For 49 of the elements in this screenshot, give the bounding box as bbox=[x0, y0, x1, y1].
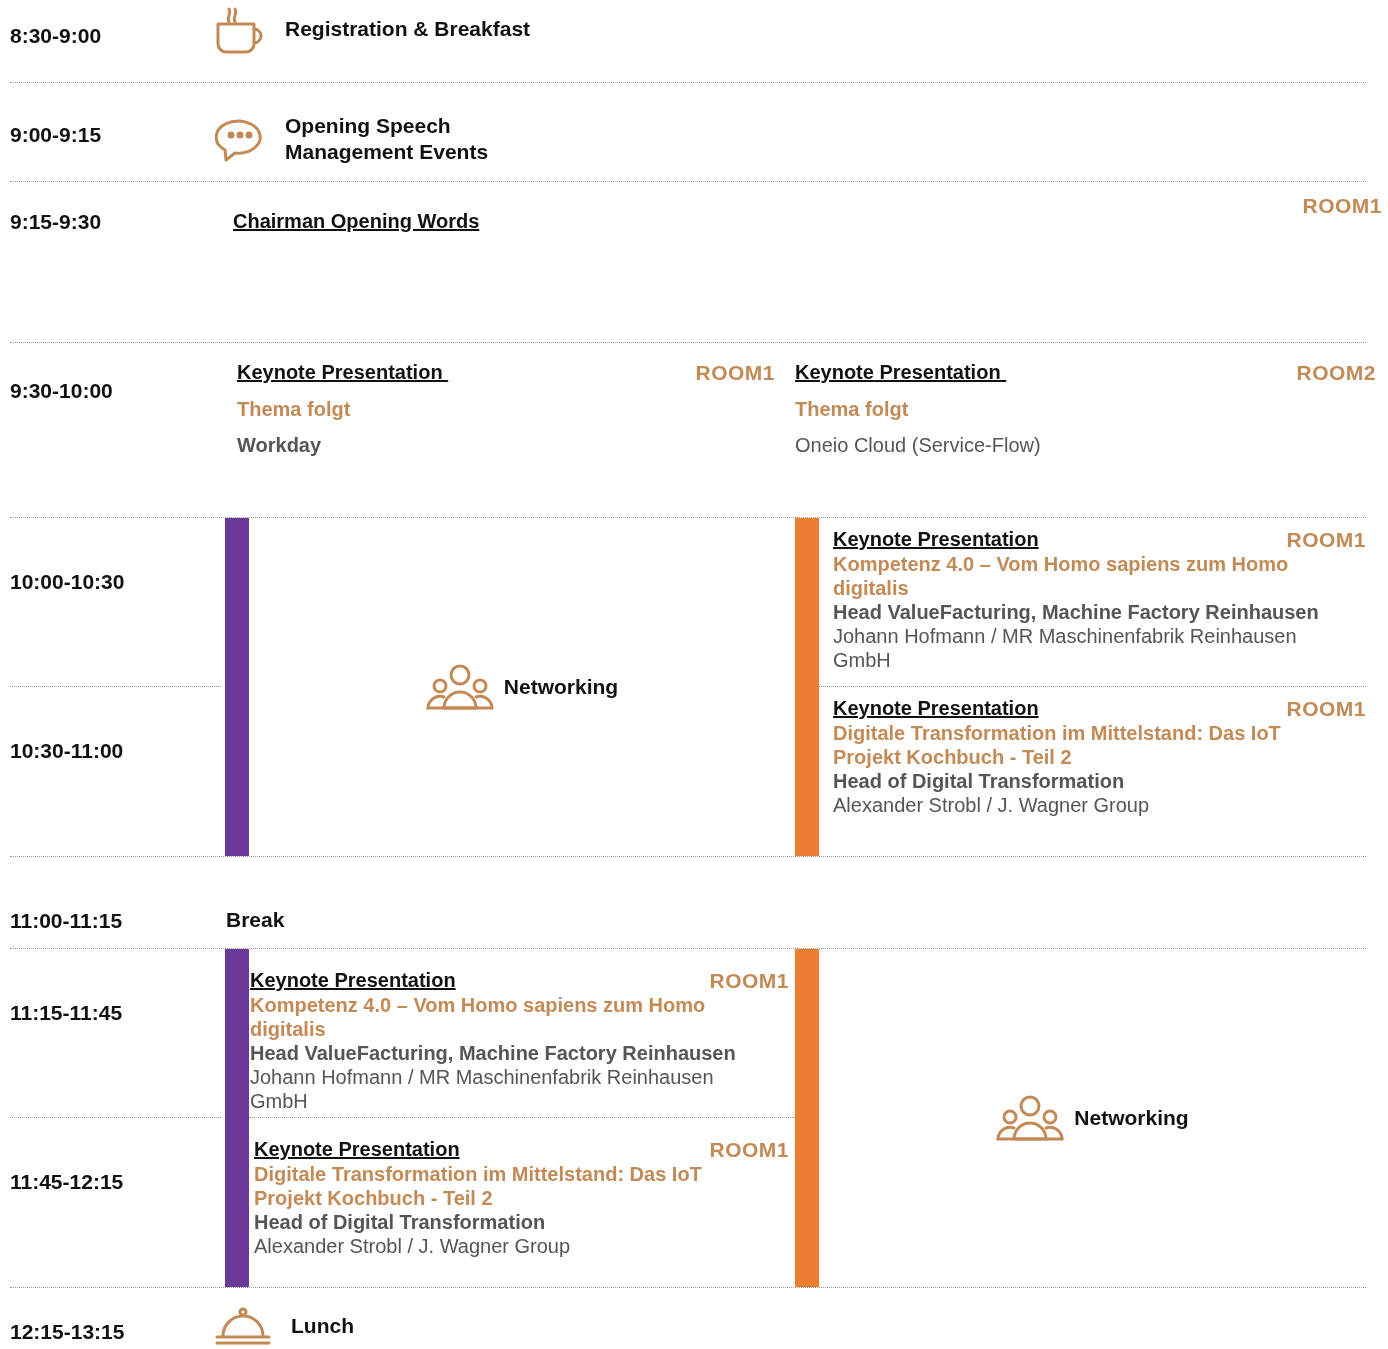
room-label: ROOM1 bbox=[709, 969, 789, 993]
speaker-name: Alexander Strobl / J. Wagner Group bbox=[254, 1234, 572, 1258]
people-group-icon bbox=[425, 664, 494, 710]
food-cloche-icon bbox=[215, 1306, 271, 1346]
session-title: Digitale Transformation im Mittelstand: Das IoT Projekt Kochbuch - Teil 2 bbox=[254, 1162, 703, 1210]
session-label: Keynote Presentation bbox=[833, 697, 1039, 720]
time-slot: 10:00-10:30 bbox=[10, 518, 221, 687]
speaker-name: Johann Hofmann / MR Maschinenfabrik Reinhausen GmbH bbox=[833, 624, 1298, 672]
time-slot: 9:00-9:15 bbox=[10, 83, 215, 181]
session-title: Thema folgt bbox=[795, 397, 910, 421]
room-label: ROOM1 bbox=[1286, 697, 1366, 721]
session-title: Kompetenz 4.0 – Vom Homo sapiens zum Homo digitalis bbox=[250, 993, 707, 1041]
session-label: Keynote Presentation bbox=[795, 361, 1002, 384]
speaker-name: Alexander Strobl / J. Wagner Group bbox=[833, 793, 1151, 817]
room-label: ROOM1 bbox=[1302, 193, 1382, 219]
session-title: Kompetenz 4.0 – Vom Homo sapiens zum Homo digitalis bbox=[833, 552, 1290, 600]
speaker-role: Head ValueFacturing, Machine Factory Reinhausen bbox=[833, 600, 1320, 624]
time-slot: 9:15-9:30 bbox=[10, 182, 215, 342]
session-title: Digitale Transformation im Mittelstand: Das IoT Projekt Kochbuch - Teil 2 bbox=[833, 721, 1282, 769]
event-title: Registration & Breakfast bbox=[285, 16, 531, 42]
time-slot: 11:15-11:45 bbox=[10, 949, 221, 1118]
speaker-role: Workday bbox=[237, 433, 323, 457]
time-slot: 11:00-11:15 bbox=[10, 857, 226, 948]
event-title: Break bbox=[226, 907, 286, 933]
room-label: ROOM1 bbox=[709, 1138, 789, 1162]
session-title: Thema folgt bbox=[237, 397, 352, 421]
session-label: Keynote Presentation bbox=[833, 528, 1039, 551]
people-group-icon bbox=[996, 1095, 1065, 1141]
event-title: Opening Speech Management Events bbox=[285, 113, 489, 165]
speaker-role: Head ValueFacturing, Machine Factory Reinhausen bbox=[250, 1041, 737, 1065]
speaker-name: Oneio Cloud (Service-Flow) bbox=[795, 433, 1042, 457]
speaker-name: Johann Hofmann / MR Maschinenfabrik Reinhausen GmbH bbox=[250, 1065, 715, 1113]
session-label: Keynote Presentation bbox=[254, 1138, 460, 1161]
time-slot: 11:45-12:15 bbox=[10, 1118, 221, 1287]
networking-label: Networking bbox=[1074, 1106, 1189, 1130]
speaker-role: Head of Digital Transformation bbox=[833, 769, 1126, 793]
session-label: Chairman Opening Words bbox=[233, 209, 480, 234]
time-slot: 10:30-11:00 bbox=[10, 687, 221, 856]
session-label: Keynote Presentation bbox=[250, 969, 456, 992]
event-title: Lunch bbox=[291, 1313, 354, 1339]
room-label: ROOM2 bbox=[1296, 361, 1376, 385]
speaker-role: Head of Digital Transformation bbox=[254, 1210, 547, 1234]
time-slot: 9:30-10:00 bbox=[10, 343, 215, 517]
session-label: Keynote Presentation bbox=[237, 361, 444, 384]
room-label: ROOM1 bbox=[695, 361, 775, 385]
time-slot: 8:30-9:00 bbox=[10, 0, 215, 82]
time-slot: 12:15-13:15 bbox=[10, 1288, 215, 1349]
networking-label: Networking bbox=[503, 675, 619, 699]
room-label: ROOM1 bbox=[1286, 528, 1366, 552]
